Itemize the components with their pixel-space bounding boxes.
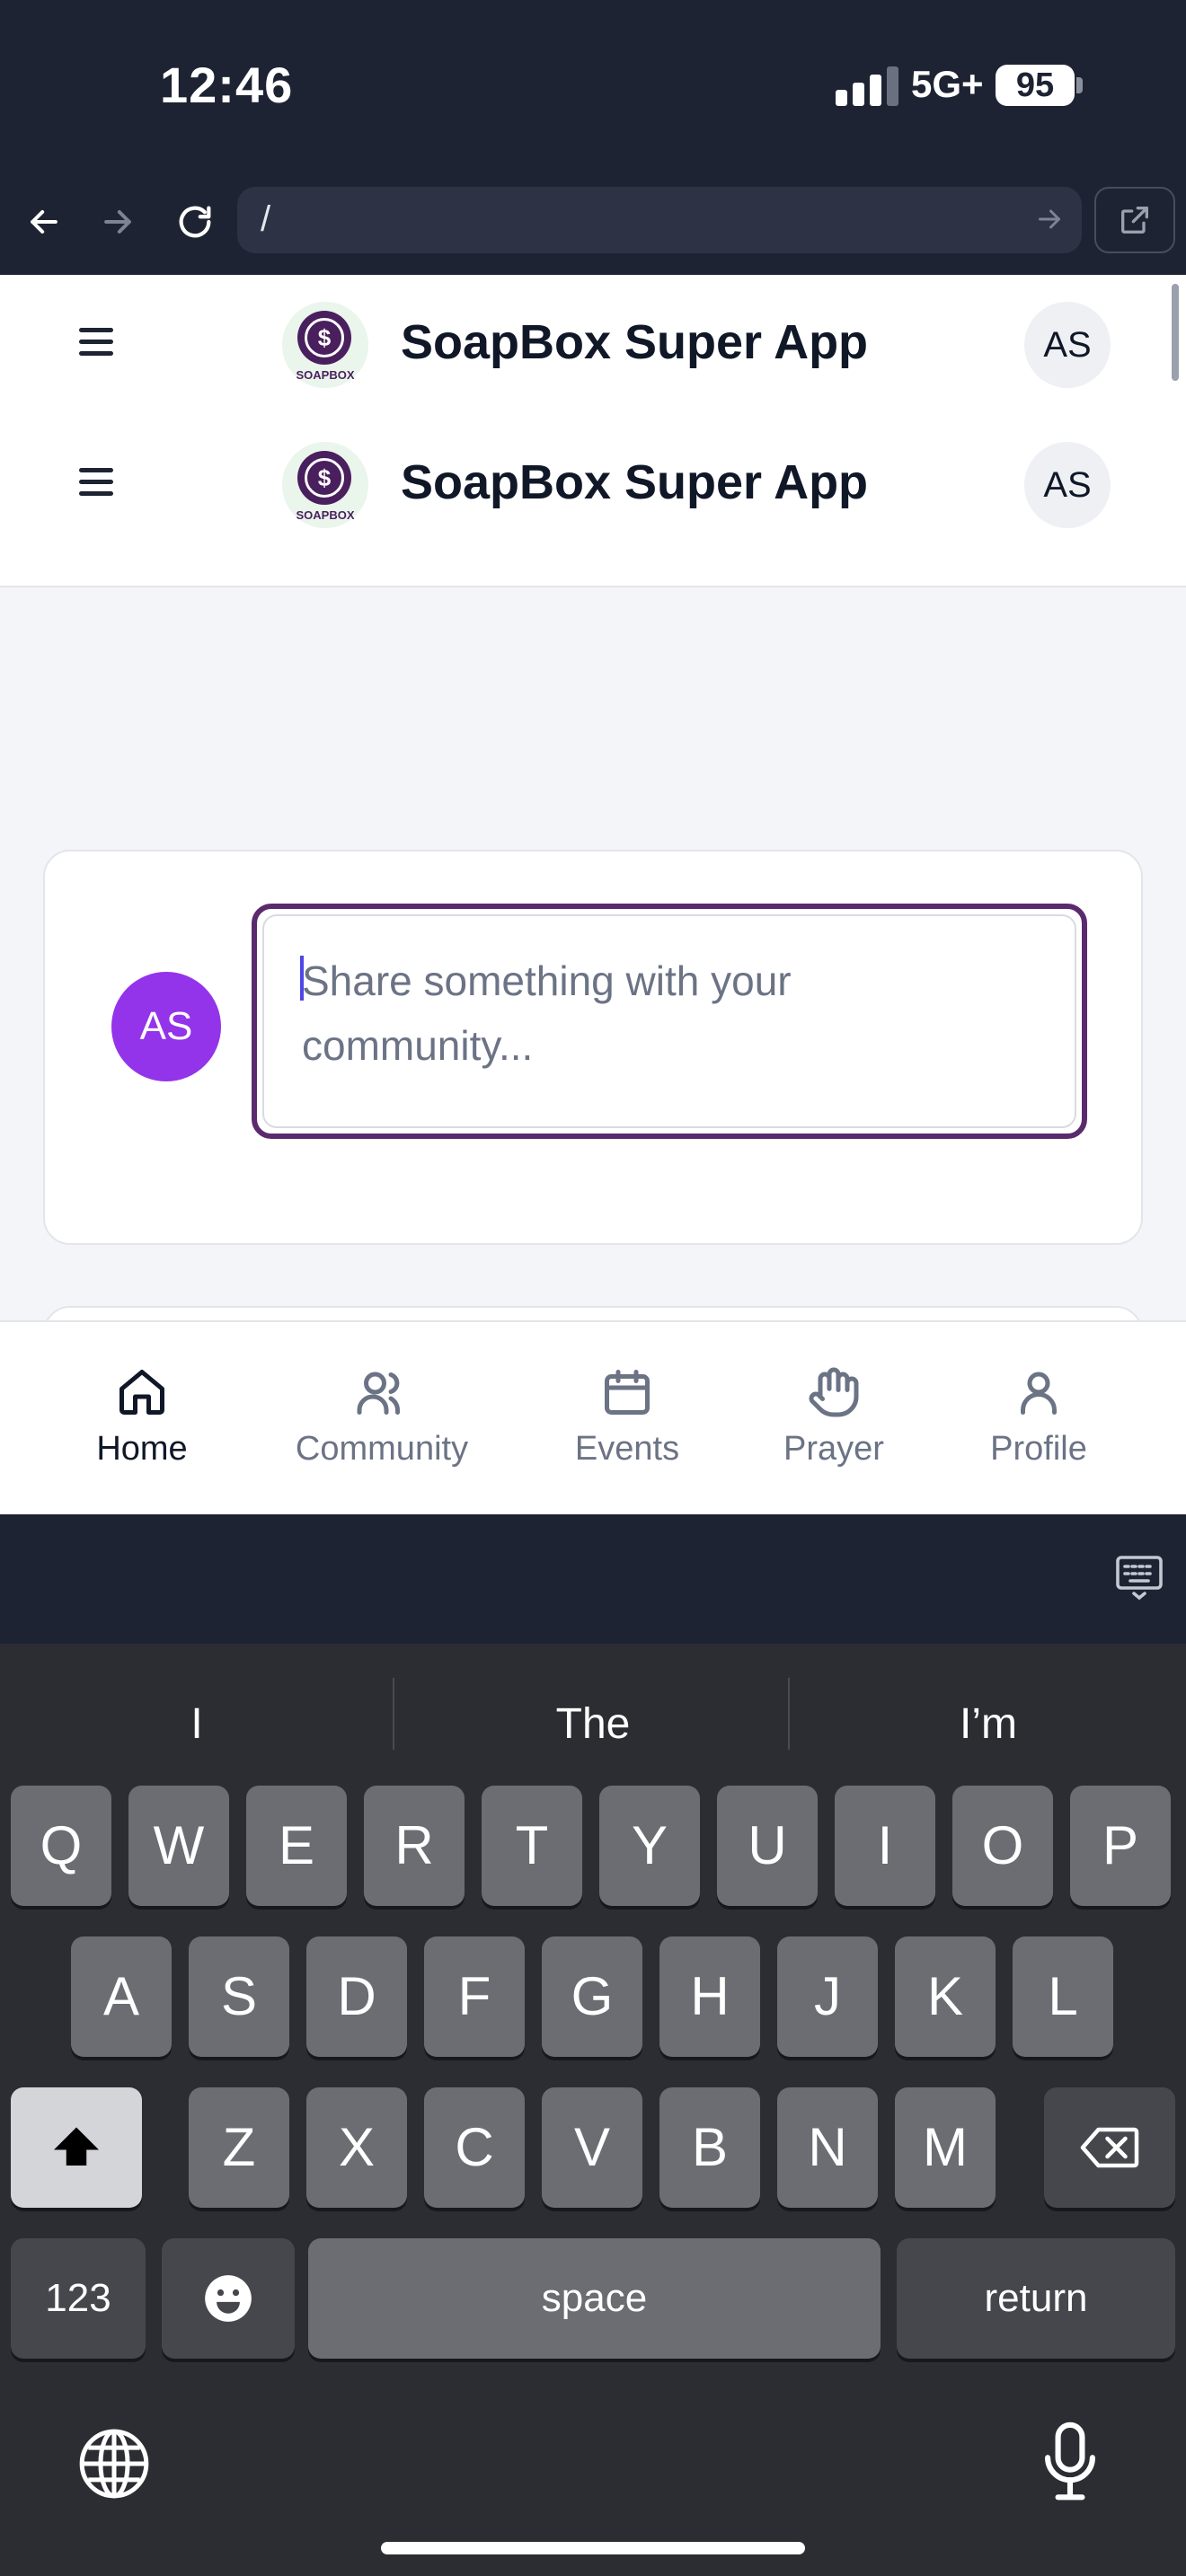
home-indicator[interactable] — [381, 2542, 805, 2554]
keyboard: I The I’m Q W E R T Y U I O P A S D F G … — [0, 1644, 1186, 2576]
globe-icon[interactable] — [75, 2425, 153, 2507]
app-title: SoapBox Super App — [401, 315, 869, 369]
space-key[interactable]: space — [308, 2238, 881, 2359]
signal-icon — [836, 65, 898, 106]
emoji-key[interactable] — [162, 2238, 295, 2359]
menu-icon[interactable] — [72, 460, 122, 505]
key-h[interactable]: H — [659, 1936, 760, 2057]
key-i[interactable]: I — [835, 1786, 935, 1906]
logo-text: SOAPBOX — [296, 368, 355, 382]
key-w[interactable]: W — [128, 1786, 229, 1906]
scrollbar[interactable] — [1172, 284, 1179, 381]
key-j[interactable]: J — [777, 1936, 878, 2057]
external-link-icon[interactable] — [1094, 187, 1175, 253]
suggestion-divider — [393, 1678, 394, 1750]
tab-home[interactable]: Home — [52, 1322, 232, 1514]
users-icon — [357, 1372, 401, 1415]
tab-label: Profile — [990, 1430, 1087, 1468]
battery-icon: 95 — [996, 65, 1075, 106]
tab-prayer[interactable]: Prayer — [744, 1322, 924, 1514]
post-placeholder: Share something with your community... — [302, 957, 792, 1069]
emoji-icon — [205, 2275, 252, 2322]
network-type: 5G+ — [911, 63, 984, 105]
key-p[interactable]: P — [1070, 1786, 1171, 1906]
key-d[interactable]: D — [306, 1936, 407, 2057]
key-c[interactable]: C — [424, 2087, 525, 2208]
suggestion[interactable]: The — [400, 1680, 786, 1769]
header-row: $ SOAPBOX SoapBox Super App AS — [0, 275, 1186, 410]
back-arrow-icon[interactable] — [13, 190, 75, 253]
keyboard-dismiss-icon[interactable] — [1114, 1552, 1164, 1607]
key-b[interactable]: B — [659, 2087, 760, 2208]
key-v[interactable]: V — [542, 2087, 642, 2208]
numbers-key[interactable]: 123 — [11, 2238, 146, 2359]
soapbox-logo[interactable]: $ SOAPBOX — [282, 442, 368, 528]
user-avatar[interactable]: AS — [1024, 302, 1111, 388]
status-time: 12:46 — [160, 57, 294, 113]
suggestion[interactable]: I’m — [795, 1680, 1182, 1769]
microphone-icon[interactable] — [1042, 2422, 1098, 2509]
key-m[interactable]: M — [895, 2087, 996, 2208]
tab-profile[interactable]: Profile — [949, 1322, 1128, 1514]
logo-text: SOAPBOX — [296, 508, 355, 522]
forward-arrow-icon[interactable] — [86, 190, 149, 253]
tab-label: Home — [96, 1430, 188, 1468]
key-s[interactable]: S — [189, 1936, 289, 2057]
key-f[interactable]: F — [424, 1936, 525, 2057]
key-g[interactable]: G — [542, 1936, 642, 2057]
key-x[interactable]: X — [306, 2087, 407, 2208]
tab-label: Community — [295, 1430, 469, 1468]
key-t[interactable]: T — [482, 1786, 582, 1906]
backspace-icon — [1080, 2127, 1139, 2168]
shift-icon — [54, 2127, 99, 2166]
key-k[interactable]: K — [895, 1936, 996, 2057]
keyboard-accessory-bar — [0, 1514, 1186, 1644]
soapbox-logo[interactable]: $ SOAPBOX — [282, 302, 368, 388]
calendar-icon — [605, 1370, 650, 1415]
app-header: $ SOAPBOX SoapBox Super App AS $ SOAPBOX… — [0, 275, 1186, 587]
user-icon — [1021, 1372, 1057, 1415]
menu-icon[interactable] — [72, 320, 122, 365]
key-q[interactable]: Q — [11, 1786, 111, 1906]
bottom-tab-bar: Home Community Events Prayer Profile — [0, 1320, 1186, 1514]
app-viewport: $ SOAPBOX SoapBox Super App AS $ SOAPBOX… — [0, 275, 1186, 1514]
key-n[interactable]: N — [777, 2087, 878, 2208]
go-arrow-icon[interactable] — [1033, 203, 1066, 240]
delete-key[interactable] — [1044, 2087, 1175, 2208]
post-composer-card: AS Share something with your community..… — [43, 850, 1143, 1245]
key-o[interactable]: O — [952, 1786, 1053, 1906]
return-key[interactable]: return — [897, 2238, 1175, 2359]
key-u[interactable]: U — [717, 1786, 818, 1906]
hand-icon — [809, 1367, 859, 1417]
tab-events[interactable]: Events — [537, 1322, 717, 1514]
tab-label: Events — [574, 1430, 680, 1468]
key-r[interactable]: R — [364, 1786, 465, 1906]
user-avatar[interactable]: AS — [1024, 442, 1111, 528]
suggestion-divider — [788, 1678, 790, 1750]
url-text: / — [261, 199, 271, 239]
reload-icon[interactable] — [164, 190, 226, 253]
post-input[interactable]: Share something with your community... — [252, 904, 1087, 1139]
tab-community[interactable]: Community — [282, 1322, 482, 1514]
app-title: SoapBox Super App — [401, 455, 869, 509]
shift-key[interactable] — [11, 2087, 142, 2208]
tab-label: Prayer — [783, 1430, 884, 1468]
key-l[interactable]: L — [1013, 1936, 1113, 2057]
battery-tip — [1076, 77, 1083, 93]
composer-avatar: AS — [111, 972, 221, 1081]
home-icon — [119, 1370, 164, 1415]
status-bar: 12:46 5G+ 95 — [0, 0, 1186, 175]
header-row: $ SOAPBOX SoapBox Super App AS — [0, 415, 1186, 550]
key-z[interactable]: Z — [189, 2087, 289, 2208]
key-a[interactable]: A — [71, 1936, 172, 2057]
key-e[interactable]: E — [246, 1786, 347, 1906]
key-y[interactable]: Y — [599, 1786, 700, 1906]
suggestion[interactable]: I — [4, 1680, 390, 1769]
url-bar[interactable]: / — [237, 187, 1082, 253]
